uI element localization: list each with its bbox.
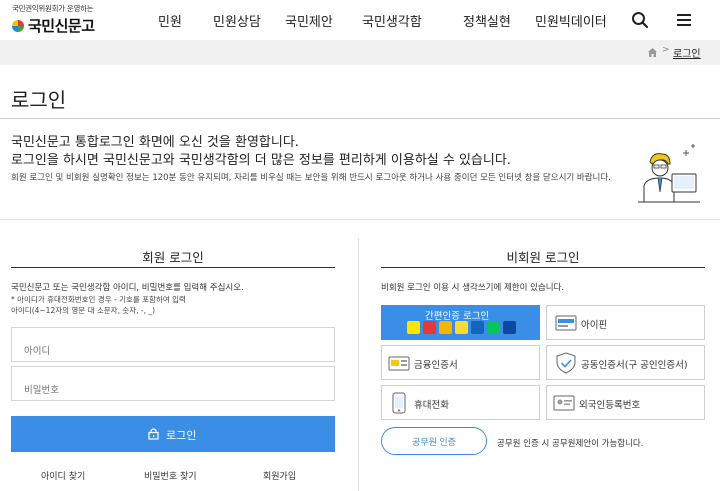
- joint-cert-button[interactable]: 공동인증서(구 공인인증서): [546, 345, 705, 380]
- search-icon[interactable]: [630, 10, 650, 30]
- nav-bigdata[interactable]: 민원빅데이터: [535, 11, 607, 30]
- mobile-phone-icon: [392, 392, 406, 414]
- nonmember-login-title: 비회원 로그인: [506, 250, 580, 265]
- welcome-heading: 국민신문고 통합로그인 화면에 오신 것을 환영합니다.: [11, 135, 299, 150]
- financial-cert-label: 금융인증서: [414, 360, 458, 371]
- breadcrumb-current[interactable]: 로그인: [673, 45, 701, 60]
- lock-icon: [148, 428, 159, 440]
- easy-auth-provider-icons: [407, 321, 516, 334]
- nav-policy[interactable]: 정책실현: [463, 11, 511, 30]
- easy-auth-label: 간편인증 로그인: [425, 311, 490, 322]
- section-divider: [0, 219, 720, 220]
- logo-mark-icon: [12, 20, 24, 32]
- home-icon[interactable]: [647, 47, 658, 58]
- nonmember-login-description: 비회원 로그인 이용 시 생각쓰기에 제한이 있습니다.: [381, 283, 565, 293]
- mobile-phone-label: 휴대전화: [414, 400, 449, 411]
- person-at-computer-illustration: [638, 144, 700, 203]
- session-notice: 회원 로그인 및 비회원 실명확인 정보는 120분 동안 유지되며, 자리를 …: [11, 173, 611, 183]
- welcome-subheading: 로그인을 하시면 국민신문고와 국민생각함의 더 많은 정보를 편리하게 이용하…: [11, 153, 511, 168]
- member-id-format-note: 아이디(4~12자의 영문 대 소문자, 숫자, -, _): [11, 306, 156, 315]
- ipin-icon: [555, 315, 577, 331]
- ipin-label: 아이핀: [581, 320, 608, 331]
- government-auth-description: 공무원 인증 시 공무원제안이 가능합니다.: [497, 439, 644, 449]
- breadcrumb: > 로그인: [0, 40, 720, 65]
- hamburger-icon[interactable]: [674, 10, 694, 30]
- member-login-title: 회원 로그인: [142, 250, 204, 265]
- nav-public-opinion[interactable]: 국민생각함: [362, 11, 422, 30]
- column-divider: [358, 238, 359, 491]
- id-input[interactable]: [11, 327, 335, 362]
- government-official-auth-button[interactable]: 공무원 인증: [381, 427, 487, 455]
- member-login-description: 국민신문고 또는 국민생각함 아이디, 비밀번호를 입력해 주십시오.: [11, 283, 244, 293]
- page-title: 로그인: [11, 88, 67, 112]
- find-password-link[interactable]: 비밀번호 찾기: [144, 469, 197, 482]
- signup-link[interactable]: 회원가입: [263, 469, 296, 482]
- financial-cert-button[interactable]: 금융인증서: [381, 345, 540, 380]
- password-input[interactable]: [11, 366, 335, 401]
- site-logo[interactable]: 국민권익위원회가 운영하는 국민신문고: [10, 3, 106, 37]
- mobile-phone-button[interactable]: 휴대전화: [381, 385, 540, 420]
- shield-check-icon: [556, 352, 576, 374]
- logo-title: 국민신문고: [28, 17, 95, 35]
- site-header: 국민권익위원회가 운영하는 국민신문고 민원 민원상담 국민제안 국민생각함 정…: [0, 0, 720, 40]
- breadcrumb-separator: >: [662, 45, 670, 55]
- member-title-rule: [11, 267, 335, 268]
- foreigner-registration-label: 외국인등록번호: [579, 400, 641, 411]
- nav-civil-petition[interactable]: 민원: [158, 11, 182, 30]
- find-id-link[interactable]: 아이디 찾기: [41, 469, 85, 482]
- joint-cert-label: 공동인증서(구 공인인증서): [581, 360, 688, 371]
- ipin-button[interactable]: 아이핀: [546, 305, 705, 340]
- nav-consultation[interactable]: 민원상담: [213, 11, 261, 30]
- financial-cert-icon: [388, 356, 410, 371]
- easy-auth-button[interactable]: 간편인증 로그인: [381, 305, 540, 340]
- foreigner-registration-button[interactable]: 외국인등록번호: [546, 385, 705, 420]
- nav-proposal[interactable]: 국민제안: [285, 11, 333, 30]
- login-button-label: 로그인: [166, 430, 197, 442]
- nonmember-title-rule: [381, 267, 705, 268]
- login-button[interactable]: 로그인: [11, 416, 335, 452]
- member-id-note: * 아이디가 휴대전화번호인 경우 - 기호를 포함하여 입력: [11, 295, 186, 304]
- id-card-icon: [553, 395, 575, 411]
- logo-subtitle: 국민권익위원회가 운영하는: [12, 4, 94, 13]
- title-divider: [0, 118, 720, 119]
